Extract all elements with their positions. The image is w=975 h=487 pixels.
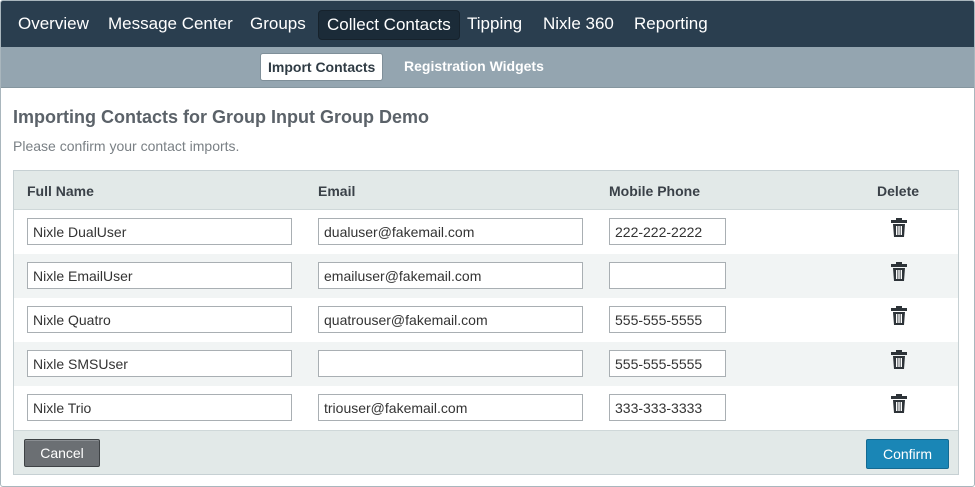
email-input[interactable]	[318, 218, 583, 245]
mobile-phone-input[interactable]	[609, 306, 726, 333]
mobile-phone-input[interactable]	[609, 394, 726, 421]
trash-icon[interactable]	[890, 306, 908, 326]
table-row	[14, 342, 958, 386]
tab-message-center[interactable]: Message Center	[100, 10, 241, 40]
tab-groups[interactable]: Groups	[242, 10, 314, 40]
subtab-import-contacts[interactable]: Import Contacts	[260, 53, 384, 81]
header-full-name: Full Name	[27, 183, 94, 199]
table-footer: Cancel Confirm	[14, 430, 958, 474]
full-name-input[interactable]	[27, 394, 292, 421]
tab-nixle-360[interactable]: Nixle 360	[535, 10, 622, 40]
table-row	[14, 386, 958, 430]
sub-navigation: Import Contacts Registration Widgets	[1, 47, 974, 88]
tab-reporting[interactable]: Reporting	[626, 10, 716, 40]
table-row	[14, 254, 958, 298]
full-name-input[interactable]	[27, 262, 292, 289]
import-contacts-page: Overview Message Center Groups Collect C…	[0, 0, 975, 487]
page-title: Importing Contacts for Group Input Group…	[13, 107, 429, 127]
trash-icon[interactable]	[890, 350, 908, 370]
cancel-button[interactable]: Cancel	[24, 439, 100, 467]
page-subtitle: Please confirm your contact imports.	[13, 138, 240, 154]
email-input[interactable]	[318, 350, 583, 377]
trash-icon[interactable]	[890, 394, 908, 414]
header-email: Email	[318, 183, 356, 199]
email-input[interactable]	[318, 306, 583, 333]
header-delete: Delete	[877, 183, 920, 199]
tab-collect-contacts[interactable]: Collect Contacts	[318, 10, 460, 40]
mobile-phone-input[interactable]	[609, 218, 726, 245]
table-header: Full Name Email Mobile Phone Delete	[14, 171, 958, 210]
subtab-registration-widgets[interactable]: Registration Widgets	[397, 53, 551, 81]
tab-tipping[interactable]: Tipping	[459, 10, 530, 40]
mobile-phone-input[interactable]	[609, 262, 726, 289]
trash-icon[interactable]	[890, 262, 908, 282]
full-name-input[interactable]	[27, 350, 292, 377]
full-name-input[interactable]	[27, 306, 292, 333]
tab-overview[interactable]: Overview	[10, 10, 97, 40]
table-body	[14, 210, 958, 430]
email-input[interactable]	[318, 262, 583, 289]
email-input[interactable]	[318, 394, 583, 421]
header-mobile-phone: Mobile Phone	[609, 183, 700, 199]
confirm-button[interactable]: Confirm	[866, 439, 949, 469]
mobile-phone-input[interactable]	[609, 350, 726, 377]
trash-icon[interactable]	[890, 218, 908, 238]
full-name-input[interactable]	[27, 218, 292, 245]
table-row	[14, 210, 958, 254]
top-navigation: Overview Message Center Groups Collect C…	[1, 1, 974, 47]
table-row	[14, 298, 958, 342]
contacts-table: Full Name Email Mobile Phone Delete Nixl…	[13, 170, 959, 475]
